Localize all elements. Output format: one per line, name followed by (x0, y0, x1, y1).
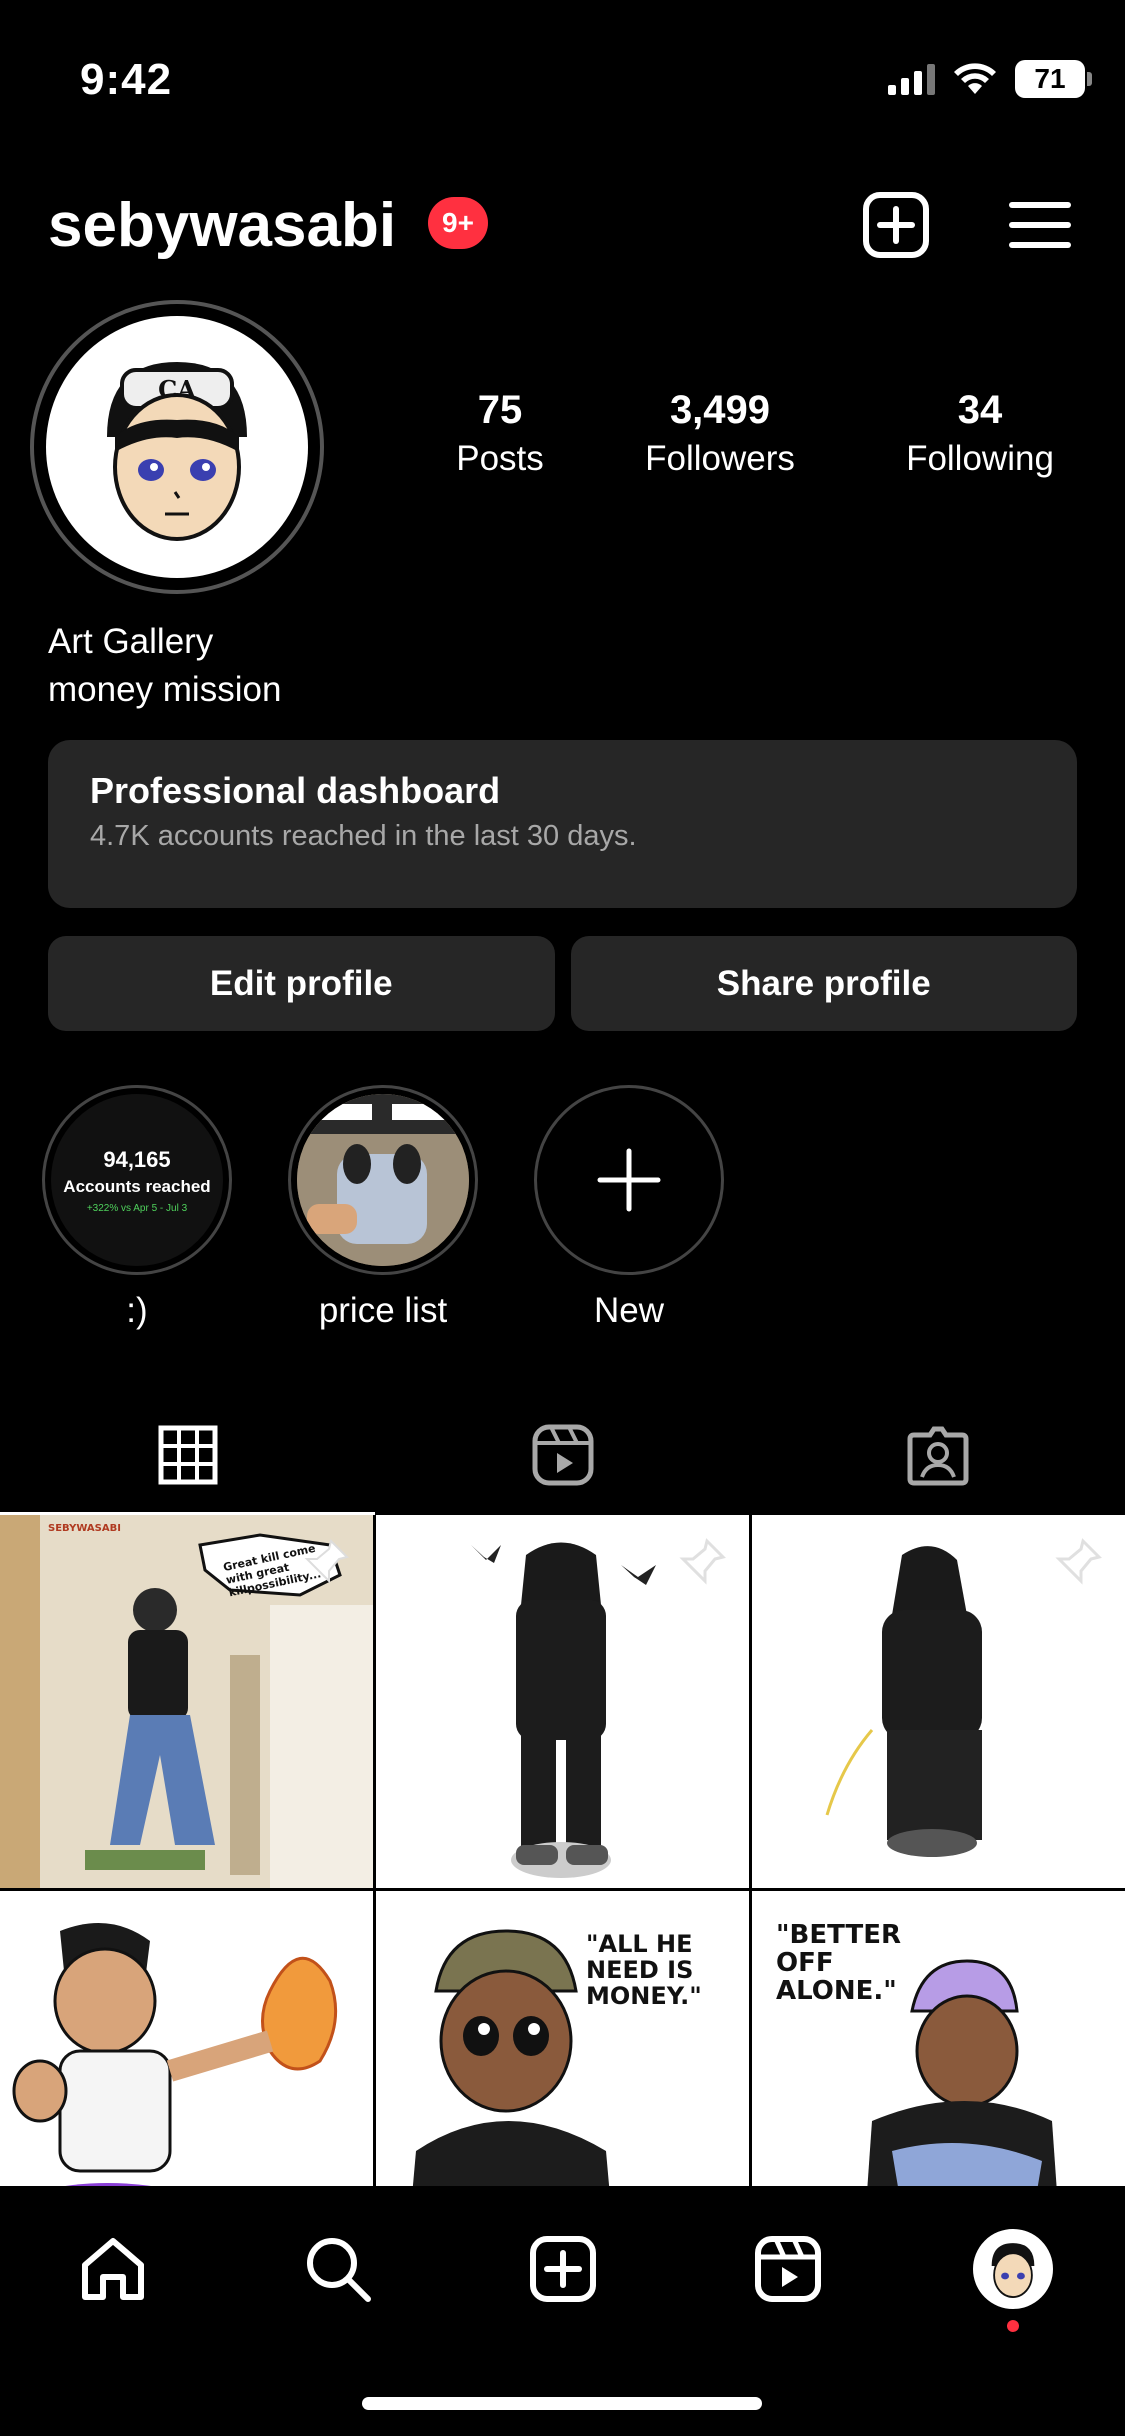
bio-category: Art Gallery (48, 622, 214, 661)
story-highlights: 94,165 Accounts reached +322% vs Apr 5 -… (42, 1085, 724, 1331)
plus-icon (597, 1148, 661, 1212)
share-profile-button[interactable]: Share profile (570, 936, 1077, 1031)
status-icons: 71 (888, 60, 1092, 98)
highlight-cover (288, 1085, 478, 1275)
nav-reels[interactable] (733, 2224, 843, 2314)
edit-profile-button[interactable]: Edit profile (48, 936, 555, 1031)
content-tabs (0, 1395, 1125, 1515)
nav-create[interactable] (508, 2224, 618, 2314)
post-thumbnail[interactable] (376, 1515, 749, 1888)
profile-stats: 75 Posts 3,499 Followers 34 Following (420, 388, 1100, 479)
bio-text: money mission (48, 670, 282, 709)
pin-icon (1055, 1538, 1102, 1585)
insights-cover: 94,165 Accounts reached +322% vs Apr 5 -… (51, 1094, 223, 1266)
cover-text: Accounts reached (63, 1176, 211, 1196)
cartoon-avatar-image: CA (107, 362, 247, 541)
post-thumbnail[interactable] (752, 1515, 1125, 1888)
avatar: CA (46, 316, 308, 578)
price-list-cover (297, 1094, 469, 1266)
signal-icon (888, 63, 935, 95)
notification-dot (1006, 2320, 1019, 2332)
highlight-label: :) (126, 1291, 148, 1330)
profile-avatar[interactable]: CA (30, 300, 324, 594)
tab-tagged[interactable] (750, 1395, 1125, 1515)
menu-button[interactable] (1000, 185, 1080, 265)
highlight-cover (534, 1085, 724, 1275)
stat-value: 3,499 (669, 388, 771, 432)
highlight-label: New (593, 1291, 665, 1330)
reels-icon (754, 2236, 821, 2302)
search-icon (306, 2238, 371, 2302)
tab-reels[interactable] (375, 1395, 750, 1515)
nav-profile[interactable] (958, 2224, 1068, 2332)
pin-icon (679, 1538, 726, 1585)
highlight-item[interactable]: price list (288, 1085, 478, 1331)
post-caption: "ALL HE NEED IS MONEY." (586, 1930, 702, 2010)
cover-number: 94,165 (103, 1146, 171, 1172)
dashboard-title: Professional dashboard (90, 770, 501, 811)
new-highlight-button[interactable]: New (534, 1085, 724, 1331)
grid-icon (158, 1425, 217, 1485)
avatar (972, 2229, 1053, 2309)
battery-icon: 71 (1015, 60, 1092, 98)
profile-header: sebywasabi 9+ (0, 185, 1125, 275)
plus-square-icon (529, 2236, 596, 2302)
cover-small: +322% vs Apr 5 - Jul 3 (86, 1202, 188, 1214)
bio: Art Gallery money mission (48, 618, 281, 714)
tagged-person-icon (907, 1426, 968, 1486)
hamburger-menu-icon (1009, 202, 1071, 248)
post-caption: "BETTER OFF ALONE." (776, 1920, 901, 2006)
profile-actions: Edit profile Share profile (48, 936, 1077, 1031)
post-thumbnail[interactable]: SEBYWASABI Great kill come with great ki… (0, 1515, 373, 1888)
stat-value: 34 (957, 388, 1003, 432)
plus-square-icon (863, 192, 929, 258)
create-post-button[interactable] (856, 185, 936, 265)
stat-posts[interactable]: 75 Posts (420, 388, 580, 479)
reels-icon (532, 1424, 593, 1486)
home-indicator[interactable] (362, 2397, 762, 2410)
home-icon (81, 2238, 144, 2300)
tab-posts-grid[interactable] (0, 1395, 375, 1515)
nav-home[interactable] (58, 2224, 168, 2314)
notification-badge[interactable]: 9+ (428, 197, 488, 249)
stat-following[interactable]: 34 Following (860, 388, 1100, 479)
stat-followers[interactable]: 3,499 Followers (580, 388, 860, 479)
post-tag: SEBYWASABI (48, 1523, 121, 1534)
stat-value: 75 (477, 388, 523, 432)
posts-grid: SEBYWASABI Great kill come with great ki… (0, 1515, 1125, 2264)
cartoon-avatar-image (991, 2243, 1034, 2298)
stat-label: Posts (456, 439, 544, 478)
professional-dashboard[interactable]: Professional dashboard 4.7K accounts rea… (48, 740, 1077, 908)
photo-thumbnail (297, 1094, 469, 1266)
stat-label: Following (906, 439, 1054, 478)
bottom-navigation (0, 2186, 1125, 2436)
dashboard-subtitle: 4.7K accounts reached in the last 30 day… (90, 820, 637, 852)
highlight-cover: 94,165 Accounts reached +322% vs Apr 5 -… (42, 1085, 232, 1275)
pin-icon (304, 1539, 349, 1584)
username[interactable]: sebywasabi (48, 190, 396, 261)
clock: 9:42 (80, 55, 173, 104)
nav-search[interactable] (283, 2224, 393, 2314)
highlight-item[interactable]: 94,165 Accounts reached +322% vs Apr 5 -… (42, 1085, 232, 1331)
stat-label: Followers (645, 439, 795, 478)
status-bar: 9:42 71 (0, 0, 1125, 160)
highlight-label: price list (318, 1291, 448, 1330)
wifi-icon (954, 63, 996, 94)
